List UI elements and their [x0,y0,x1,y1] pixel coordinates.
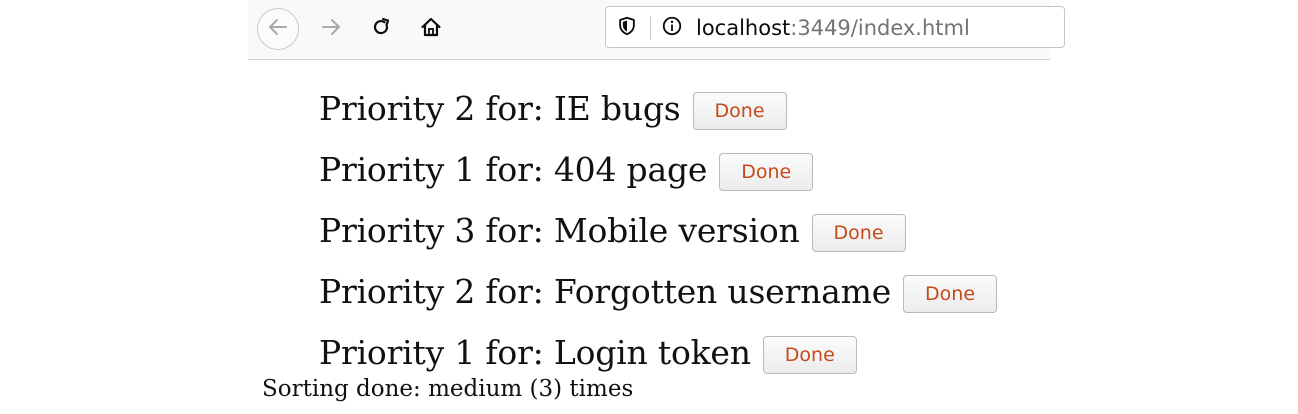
task-row: Priority 1 for: 404 page Done [319,146,814,192]
forward-button[interactable] [310,8,352,50]
browser-window: localhost:3449/index.html Priority 2 for… [248,0,1065,414]
site-info-button[interactable] [658,14,686,42]
url-host: localhost [696,16,791,40]
home-icon [419,15,443,44]
task-row: Priority 2 for: Forgotten username Done [319,268,998,314]
done-button[interactable]: Done [903,275,998,313]
task-text: Priority 1 for: Login token [319,332,751,372]
task-text: Priority 2 for: Forgotten username [319,271,892,311]
url-divider [650,16,651,40]
task-row: Priority 1 for: Login token Done [319,329,857,375]
task-text: Priority 2 for: IE bugs [319,88,681,128]
tracking-protection-button[interactable] [612,13,642,43]
url-path: :3449/index.html [790,16,970,40]
reload-icon [369,15,393,44]
page-content: Priority 2 for: IE bugs Done Priority 1 … [248,60,1050,414]
sorting-status-text: Sorting done: medium (3) times [262,376,634,402]
reload-button[interactable] [360,8,402,50]
task-text: Priority 1 for: 404 page [319,149,708,189]
task-row: Priority 2 for: IE bugs Done [319,85,787,131]
back-button[interactable] [257,8,299,50]
done-button[interactable]: Done [762,336,857,374]
home-button[interactable] [410,8,452,50]
arrow-right-icon [319,15,343,44]
done-button[interactable]: Done [811,214,906,252]
done-button[interactable]: Done [692,92,787,130]
arrow-left-icon [266,15,290,44]
info-icon [661,15,683,42]
task-text: Priority 3 for: Mobile version [319,210,800,250]
task-row: Priority 3 for: Mobile version Done [319,207,906,253]
shield-icon [616,15,638,42]
address-bar[interactable]: localhost:3449/index.html [605,6,1065,48]
done-button[interactable]: Done [719,153,814,191]
url-text[interactable]: localhost:3449/index.html [696,15,970,41]
browser-toolbar: localhost:3449/index.html [248,0,1065,60]
